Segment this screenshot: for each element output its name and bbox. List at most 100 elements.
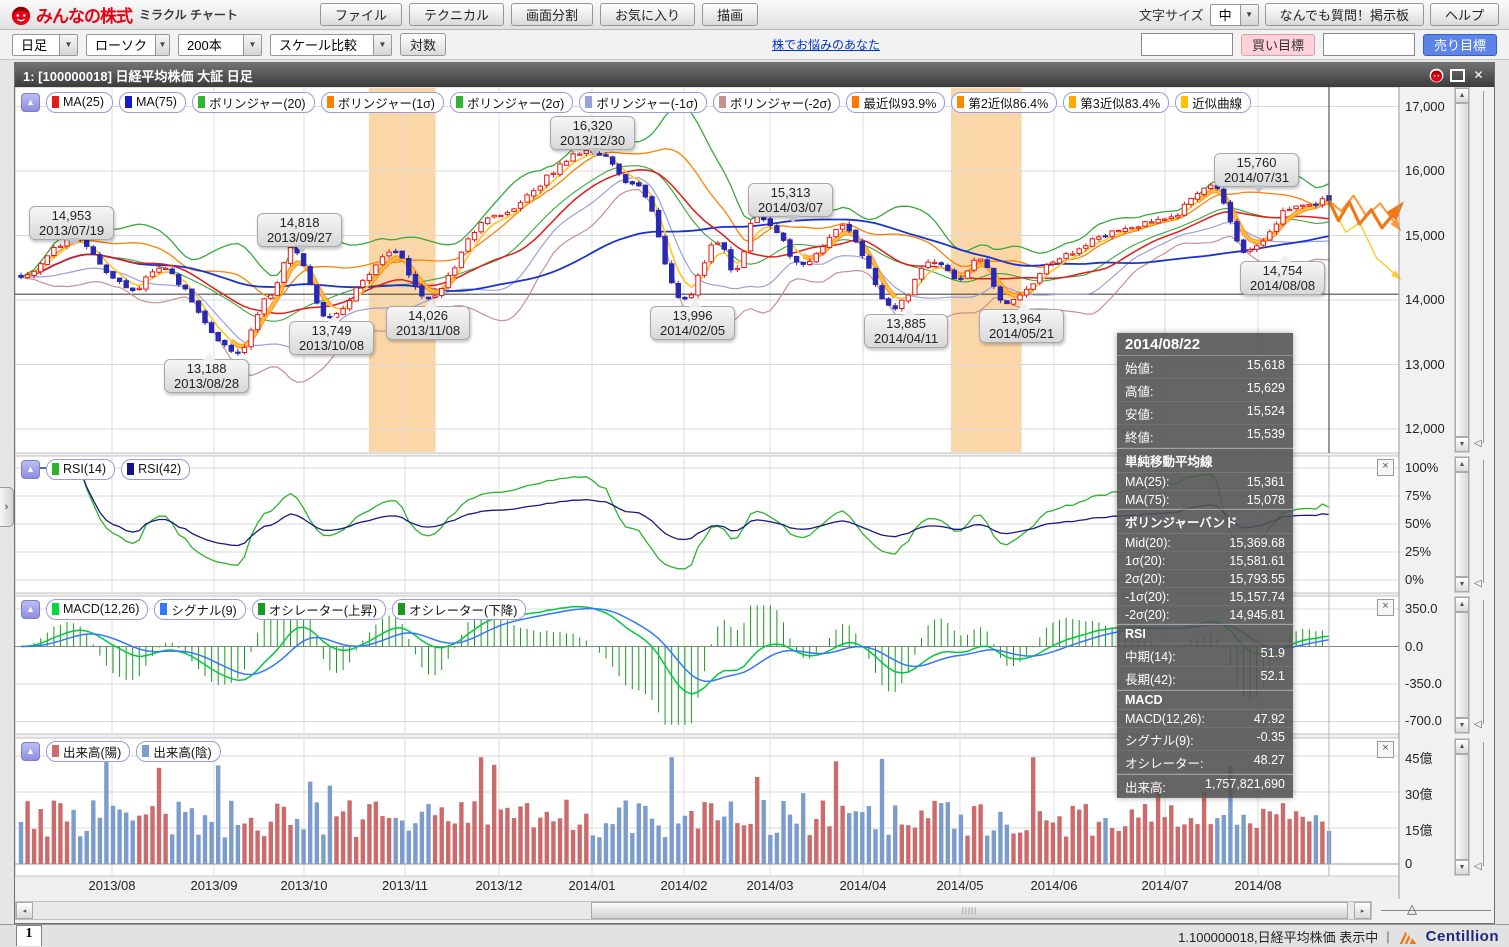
buy-target-button[interactable]: 買い目標: [1241, 34, 1315, 56]
close-rsi-panel-button[interactable]: ×: [1377, 459, 1394, 476]
thumb-grip-icon: |||||: [962, 906, 977, 915]
vertical-scrollbar-macd[interactable]: ▲▼: [1454, 596, 1470, 734]
chart-style-value: ローソク: [87, 35, 155, 54]
scroll-down-icon[interactable]: ▼: [1455, 577, 1469, 592]
scroll-left-icon[interactable]: ◂: [16, 902, 33, 919]
scale-slider-macd[interactable]: [1483, 600, 1484, 724]
macd-tick-label: -350.0: [1405, 676, 1442, 691]
horizontal-scrollbar[interactable]: ◂ ||||| ▸: [15, 901, 1372, 920]
chevron-down-icon[interactable]: ▼: [1240, 5, 1258, 25]
indicator-toggle-macd-0[interactable]: MACD(12,26): [46, 599, 148, 620]
bar-count-select[interactable]: 200本 ▼: [178, 34, 262, 56]
main-price-tick-label: 16,000: [1405, 163, 1445, 178]
scroll-thumb[interactable]: [1455, 472, 1469, 577]
legend-swatch: [160, 603, 167, 615]
scroll-up-icon[interactable]: ▲: [1455, 457, 1469, 472]
chart-tab-1[interactable]: 1: [16, 925, 42, 946]
scroll-up-icon[interactable]: ▲: [1455, 88, 1469, 103]
panel-resize-handle-rsi[interactable]: ◁: [1474, 579, 1482, 589]
close-volume-panel-button[interactable]: ×: [1377, 741, 1394, 758]
legend-swatch: [142, 745, 149, 757]
panel-resize-handle-macd[interactable]: ◁: [1474, 720, 1482, 730]
bar-count-value: 200本: [179, 35, 243, 54]
panel-resize-handle-volume[interactable]: ◁: [1474, 862, 1482, 872]
price-annotation: 14,0262013/11/08: [386, 306, 470, 340]
chart-style-select[interactable]: ローソク ▼: [86, 34, 170, 56]
scroll-down-icon[interactable]: ▼: [1455, 437, 1469, 452]
collapse-rsi-panel-button[interactable]: ▲: [21, 460, 40, 479]
indicator-toggle-volume-1[interactable]: 出来高(陰): [136, 741, 220, 762]
main-price-tick-label: 15,000: [1405, 228, 1445, 243]
vertical-scrollbar-rsi[interactable]: ▲▼: [1454, 456, 1470, 593]
indicator-label: ボリンジャー(-2σ): [730, 93, 832, 112]
menu-technical-button[interactable]: テクニカル: [409, 3, 504, 26]
hscroll-thumb[interactable]: |||||: [591, 902, 1348, 919]
scale-compare-select[interactable]: スケール比較 ▼: [270, 34, 392, 56]
scale-slider-main[interactable]: [1483, 91, 1484, 443]
collapse-main-panel-button[interactable]: ▲: [21, 93, 40, 112]
panel-resize-handle-main[interactable]: ◁: [1474, 439, 1482, 449]
vertical-scrollbar-volume[interactable]: ▲▼: [1454, 738, 1470, 876]
chevron-down-icon[interactable]: ▼: [243, 35, 261, 55]
menu-draw-button[interactable]: 描画: [702, 3, 758, 26]
scale-slider-rsi[interactable]: [1483, 460, 1484, 583]
indicator-toggle-rsi-1[interactable]: RSI(42): [121, 459, 190, 480]
scale-slider-volume[interactable]: [1483, 742, 1484, 866]
indicator-toggle-macd-2[interactable]: オシレーター(上昇): [252, 599, 386, 620]
tooltip-row: MACD(12,26):47.92: [1117, 710, 1293, 728]
font-size-value: 中: [1211, 5, 1240, 24]
indicator-toggle-main-5[interactable]: ボリンジャー(-1σ): [579, 92, 707, 113]
volume-tick-label: 30億: [1405, 784, 1432, 803]
log-scale-button[interactable]: 対数: [400, 33, 446, 56]
indicator-toggle-main-9[interactable]: 第3近似83.4%: [1063, 92, 1169, 113]
menu-file-button[interactable]: ファイル: [320, 3, 402, 26]
close-macd-panel-button[interactable]: ×: [1377, 599, 1394, 616]
sell-target-button[interactable]: 売り目標: [1423, 34, 1497, 56]
zoom-slider-track[interactable]: [1381, 910, 1491, 911]
chevron-down-icon[interactable]: ▼: [155, 35, 169, 55]
legend-swatch: [52, 603, 59, 615]
bottom-tab-bar: 1 1.100000018,日経平均株価 表示中 | Centillion: [0, 924, 1509, 947]
maximize-button[interactable]: [1450, 69, 1465, 82]
close-button[interactable]: ✕: [1471, 69, 1486, 82]
chevron-down-icon[interactable]: ▼: [373, 35, 391, 55]
indicator-toggle-main-7[interactable]: 最近似93.9%: [846, 92, 945, 113]
indicator-toggle-macd-3[interactable]: オシレーター(下降): [392, 599, 526, 620]
ad-link[interactable]: 株でお悩みのあなた: [772, 36, 880, 53]
vertical-scrollbar-main[interactable]: ▲▼: [1454, 87, 1470, 453]
collapse-macd-panel-button[interactable]: ▲: [21, 600, 40, 619]
scroll-right-icon[interactable]: ▸: [1354, 902, 1371, 919]
indicator-toggle-main-8[interactable]: 第2近似86.4%: [951, 92, 1057, 113]
indicator-toggle-main-2[interactable]: ボリンジャー(20): [192, 92, 315, 113]
indicator-toggle-rsi-0[interactable]: RSI(14): [46, 459, 115, 480]
zoom-slider-handle[interactable]: △: [1407, 902, 1417, 916]
indicator-toggle-main-3[interactable]: ボリンジャー(1σ): [321, 92, 444, 113]
indicator-label: 近似曲線: [1192, 93, 1242, 112]
scroll-up-icon[interactable]: ▲: [1455, 739, 1469, 754]
left-panel-expander[interactable]: ›: [0, 487, 14, 527]
menu-favorites-button[interactable]: お気に入り: [600, 3, 695, 26]
indicator-toggle-main-6[interactable]: ボリンジャー(-2σ): [713, 92, 841, 113]
indicator-toggle-macd-1[interactable]: シグナル(9): [154, 599, 245, 620]
chevron-down-icon[interactable]: ▼: [59, 35, 77, 55]
scroll-down-icon[interactable]: ▼: [1455, 860, 1469, 875]
font-size-select[interactable]: 中 ▼: [1210, 4, 1259, 26]
indicator-toggle-main-1[interactable]: MA(75): [119, 92, 186, 113]
scroll-thumb[interactable]: [1455, 754, 1469, 860]
indicator-toggle-main-4[interactable]: ボリンジャー(2σ): [450, 92, 573, 113]
indicator-toggle-main-0[interactable]: MA(25): [46, 92, 113, 113]
collapse-volume-panel-button[interactable]: ▲: [21, 742, 40, 761]
scroll-down-icon[interactable]: ▼: [1455, 718, 1469, 733]
indicator-toggle-volume-0[interactable]: 出来高(陽): [46, 741, 130, 762]
scroll-up-icon[interactable]: ▲: [1455, 597, 1469, 612]
scroll-thumb[interactable]: [1455, 612, 1469, 718]
qa-board-button[interactable]: なんでも質問！掲示板: [1265, 3, 1424, 26]
period-select[interactable]: 日足 ▼: [12, 34, 78, 56]
menu-split-screen-button[interactable]: 画面分割: [511, 3, 593, 26]
buy-target-input[interactable]: [1141, 33, 1233, 56]
sell-target-input[interactable]: [1323, 33, 1415, 56]
font-size-label: 文字サイズ: [1139, 5, 1204, 24]
indicator-toggle-main-10[interactable]: 近似曲線: [1175, 92, 1251, 113]
help-button[interactable]: ヘルプ: [1430, 3, 1499, 26]
scroll-thumb[interactable]: [1455, 103, 1469, 437]
